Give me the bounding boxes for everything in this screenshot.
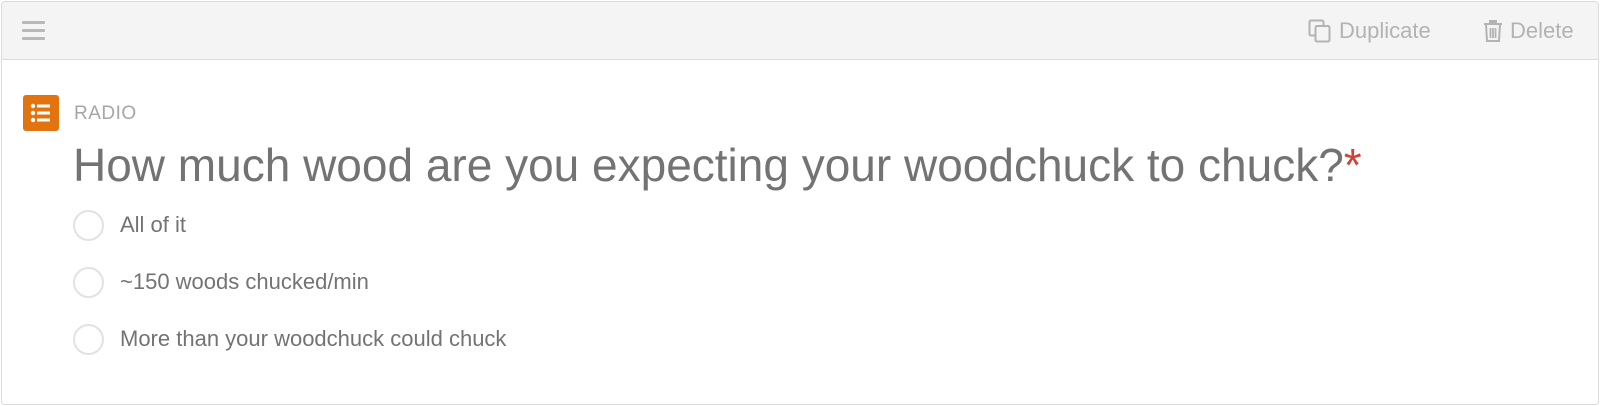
radio-button[interactable] xyxy=(73,323,104,355)
radio-option-label: ~150 woods chucked/min xyxy=(120,269,369,294)
duplicate-button[interactable]: Duplicate xyxy=(1308,18,1431,44)
radio-option[interactable]: ~150 woods chucked/min xyxy=(73,264,369,300)
delete-label: Delete xyxy=(1510,18,1574,43)
delete-button[interactable]: Delete xyxy=(1483,18,1574,44)
trash-icon xyxy=(1484,20,1502,42)
radio-option[interactable]: All of it xyxy=(73,207,186,243)
hamburger-menu-icon[interactable] xyxy=(22,20,46,42)
radio-option[interactable]: More than your woodchuck could chuck xyxy=(73,321,506,357)
question-text: How much wood are you expecting your woo… xyxy=(73,139,1344,191)
required-marker: * xyxy=(1343,139,1362,191)
radio-button[interactable] xyxy=(73,209,104,241)
copy-icon xyxy=(1308,19,1331,43)
radio-option-label: All of it xyxy=(120,212,187,237)
question-title: How much wood are you expecting your woo… xyxy=(73,138,1362,192)
radio-option-label: More than your woodchuck could chuck xyxy=(120,326,507,351)
field-type-label: RADIO xyxy=(74,103,137,124)
list-icon xyxy=(23,95,59,131)
form-field-card: Duplicate Delete RADIO How much wood are… xyxy=(1,1,1599,405)
duplicate-label: Duplicate xyxy=(1339,18,1431,43)
radio-button[interactable] xyxy=(73,266,104,298)
field-toolbar: Duplicate Delete xyxy=(2,2,1598,60)
